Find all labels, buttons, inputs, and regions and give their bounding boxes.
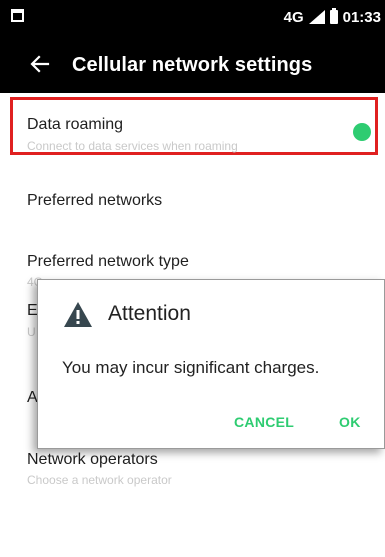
attention-dialog: Attention You may incur significant char… bbox=[37, 279, 385, 449]
dialog-title: Attention bbox=[108, 302, 191, 325]
clock: 01:33 bbox=[342, 8, 381, 26]
page-title: Cellular network settings bbox=[72, 54, 313, 76]
data-roaming-toggle[interactable] bbox=[353, 123, 371, 141]
app-toolbar: Cellular network settings bbox=[0, 38, 385, 93]
setting-title: Network operators bbox=[27, 451, 158, 468]
setting-preferred-networks[interactable]: Preferred networks bbox=[0, 163, 385, 219]
setting-subtitle: U bbox=[27, 325, 36, 339]
screenshot-icon bbox=[11, 9, 24, 22]
signal-icon bbox=[308, 10, 325, 24]
cancel-button[interactable]: CANCEL bbox=[234, 414, 294, 430]
status-bar: 4G 01:33 bbox=[0, 0, 385, 38]
battery-icon bbox=[329, 8, 338, 24]
ok-button[interactable]: OK bbox=[339, 414, 361, 430]
setting-subtitle: Connect to data services when roaming bbox=[27, 139, 238, 153]
dialog-message: You may incur significant charges. bbox=[62, 358, 320, 377]
status-icons: 4G 01:33 bbox=[284, 7, 381, 27]
warning-icon bbox=[63, 301, 93, 328]
setting-title: Preferred networks bbox=[27, 192, 163, 209]
network-type-label: 4G bbox=[283, 8, 304, 26]
setting-title: Preferred network type bbox=[27, 253, 189, 270]
setting-subtitle: Choose a network operator bbox=[27, 473, 172, 487]
setting-data-roaming[interactable]: Data roaming Connect to data services wh… bbox=[0, 93, 385, 163]
setting-title: Data roaming bbox=[27, 116, 124, 133]
back-arrow-icon[interactable] bbox=[28, 52, 52, 76]
